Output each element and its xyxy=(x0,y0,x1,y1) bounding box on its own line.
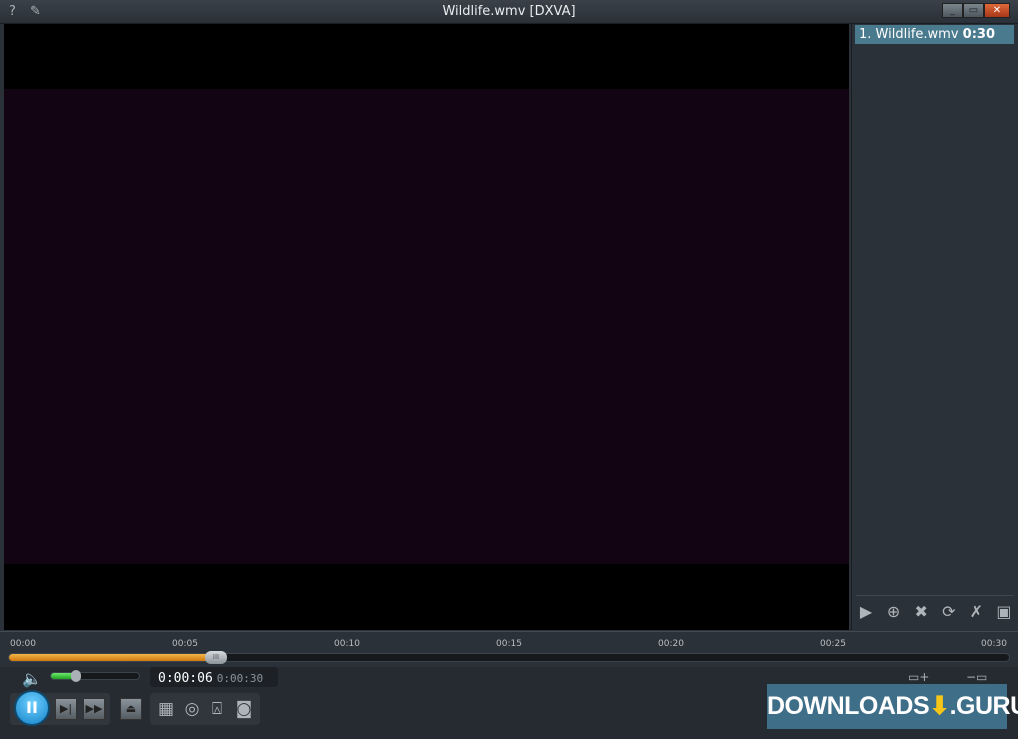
time-display: 0:00:06 0:00:30 xyxy=(150,667,278,687)
fast-forward-button[interactable]: ▶▶ xyxy=(83,698,105,720)
open-file-icon[interactable]: ▶ xyxy=(856,602,876,622)
tick-label: 00:20 xyxy=(658,639,684,649)
minimize-button[interactable]: _ xyxy=(942,3,963,18)
volume-thumb[interactable] xyxy=(70,670,81,682)
zoom-out-screen-icon[interactable]: −▭ xyxy=(966,670,987,684)
tick-label: 00:00 xyxy=(10,639,36,649)
pause-button[interactable]: II xyxy=(14,690,50,726)
title-bar: ? ✎ Wildlife.wmv [DXVA] _ ▭ ✕ xyxy=(0,0,1018,24)
seek-progress xyxy=(9,654,209,661)
video-area[interactable] xyxy=(4,24,849,630)
zoom-in-screen-icon[interactable]: ▭+ xyxy=(908,670,929,684)
total-time: 0:00:30 xyxy=(216,672,264,685)
tick-label: 00:10 xyxy=(334,639,360,649)
tick-label: 00:25 xyxy=(820,639,846,649)
tick-label: 00:30 xyxy=(981,639,1007,649)
tick-label: 00:15 xyxy=(496,639,522,649)
playlist-menu-icon[interactable]: ▣ xyxy=(994,602,1014,622)
playlist-item[interactable]: 1. Wildlife.wmv 0:30 xyxy=(855,25,1014,44)
film-icon[interactable]: ▦ xyxy=(155,698,177,720)
repeat-icon[interactable]: ⟳ xyxy=(939,602,959,622)
seek-thumb[interactable]: III xyxy=(205,651,227,664)
shuffle-icon[interactable]: ✗ xyxy=(966,602,986,622)
timeline: 00:00 00:05 00:10 00:15 00:20 00:25 00:3… xyxy=(0,631,1018,667)
subtitle-icon[interactable]: ⍓ xyxy=(206,698,228,720)
step-forward-button[interactable]: ▶| xyxy=(55,698,77,720)
volume-slider[interactable] xyxy=(50,670,140,682)
camera-icon[interactable]: ◙ xyxy=(233,698,255,720)
window-title: Wildlife.wmv [DXVA] xyxy=(442,4,576,19)
volume-icon[interactable]: 🔈 xyxy=(22,669,42,688)
remove-file-icon[interactable]: ✖ xyxy=(911,602,931,622)
eject-button[interactable]: ⏏ xyxy=(120,698,142,720)
playlist-panel: 1. Wildlife.wmv 0:30 ▶ ⊕ ✖ ⟳ ✗ ▣ xyxy=(851,24,1018,630)
close-button[interactable]: ✕ xyxy=(984,3,1010,18)
seek-bar[interactable]: III xyxy=(8,651,1010,664)
tick-label: 00:05 xyxy=(172,639,198,649)
watermark-logo: DOWNLOADS⬇.GURU xyxy=(767,684,1018,729)
add-file-icon[interactable]: ⊕ xyxy=(884,602,904,622)
video-frame xyxy=(4,89,849,564)
item-index: 1. xyxy=(859,27,872,42)
item-name: Wildlife.wmv xyxy=(875,27,959,42)
item-duration: 0:30 xyxy=(962,27,995,42)
audio-icon[interactable]: ◎ xyxy=(181,698,203,720)
restore-button[interactable]: ▭ xyxy=(963,3,984,18)
current-time: 0:00:06 xyxy=(158,671,213,686)
